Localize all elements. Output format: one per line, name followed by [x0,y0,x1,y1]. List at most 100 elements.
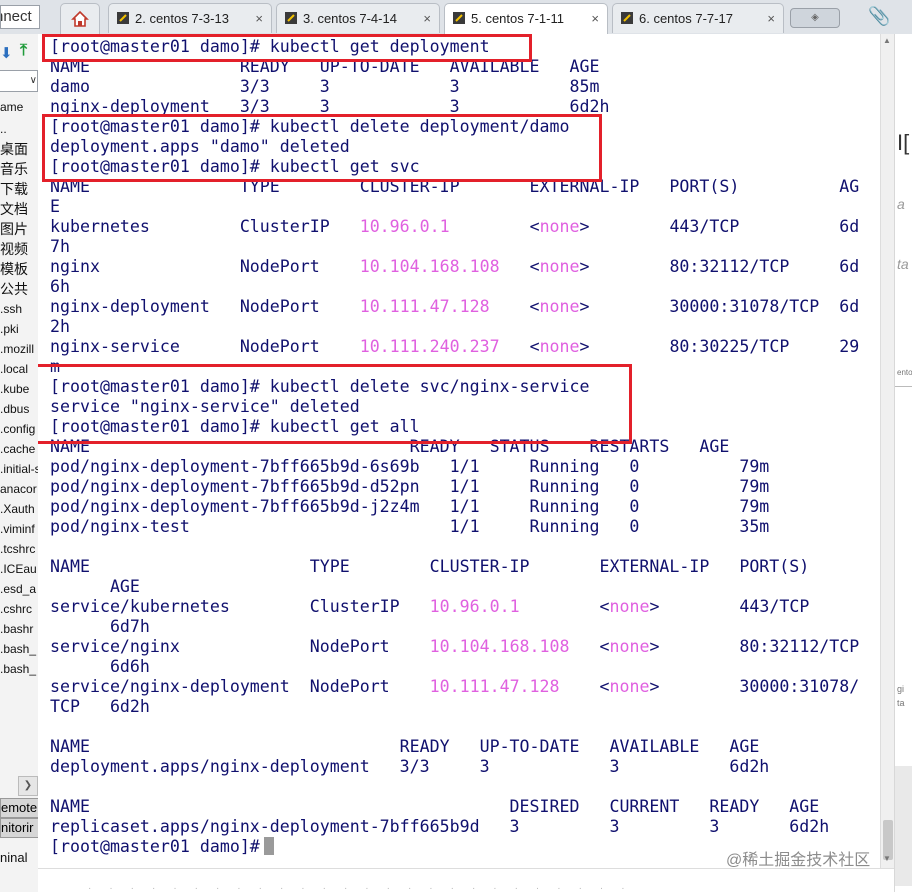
terminal-text: 6d6h [50,657,150,676]
none-value-text: none [539,217,580,236]
terminal-text: < [529,337,540,356]
terminal-line: 6h [50,277,859,297]
right-strip-text: ta [897,256,909,272]
remote-monitoring-toggle[interactable]: emote [0,798,38,818]
terminal-text: 7h [50,237,70,256]
remote-monitoring-toggle-2[interactable]: nitorir [0,818,38,838]
terminal-line: NAME DESIRED CURRENT READY AGE [50,797,859,817]
paperclip-icon[interactable]: 📎 [868,6,890,27]
file-list-item[interactable]: 模板 [0,260,38,278]
file-list-item[interactable]: .tcshrc [0,540,38,558]
tab-label: 5. centos 7-1-11 [471,11,564,26]
tab-close-icon[interactable]: × [767,11,775,26]
right-strip-text: I[ [897,130,910,155]
terminal-line: nginx-deployment NodePort 10.111.47.128 … [50,297,859,317]
file-list-item[interactable]: .bashr [0,620,38,638]
tab-centos-7-3-13[interactable]: 2. centos 7-3-13 × [108,3,272,33]
terminal-text: E [50,197,60,216]
file-list-item[interactable]: .ICEau [0,560,38,578]
terminal-line: nginx-service NodePort 10.111.240.237 <n… [50,337,859,357]
file-list-item[interactable]: 音乐 [0,160,38,178]
file-list-item[interactable]: .esd_a [0,580,38,598]
tab-centos-7-4-14[interactable]: 3. centos 7-4-14 × [276,3,440,33]
file-list-item[interactable]: .config [0,420,38,438]
file-list-name-header: ame [0,100,24,114]
file-list-item[interactable]: 图片 [0,220,38,238]
cluster-ip-text: 10.111.47.128 [429,677,560,696]
terminal-text: 6h [50,277,70,296]
file-list-item[interactable]: 视频 [0,240,38,258]
scroll-up-icon[interactable]: ▲ [883,36,891,45]
sftp-side-panel: ⬇ ⤒ ∨ ame .. 桌面音乐下载文档图片视频模板公共 .ssh .pki .moz… [0,34,39,892]
tab-label: 3. centos 7-4-14 [303,11,397,26]
file-list-item[interactable]: .initial-s [0,460,38,478]
tab-close-icon[interactable]: × [591,11,599,26]
file-list-item[interactable]: .cache [0,440,38,458]
file-list-item[interactable]: .kube [0,380,38,398]
scroll-down-icon[interactable]: ▼ [883,854,891,863]
file-list-item[interactable]: .viminf [0,520,38,538]
file-list-item[interactable]: .cshrc [0,600,38,618]
terminal-text: pod/nginx-test 1/1 Running 0 35m [50,517,770,536]
right-strip-text: ento [897,368,912,377]
terminal-session-icon [117,12,129,24]
terminal-text: kubernetes ClusterIP [50,217,360,236]
terminal-text: nginx-service NodePort [50,337,360,356]
terminal-text: > 443/TCP [649,597,810,616]
right-strip-panel [895,766,912,886]
file-list-item[interactable]: .ssh [0,300,38,318]
home-icon [71,10,89,27]
watermark: @稀土掘金技术社区 [726,852,871,868]
file-list-item[interactable]: .local [0,360,38,378]
right-strip-text: ta [897,698,905,708]
upload-arrow-icon[interactable]: ⤒ [20,42,27,60]
tab-centos-7-7-17[interactable]: 6. centos 7-7-17 × [612,3,784,33]
terminal-line: 2h [50,317,859,337]
terminal-output[interactable]: [root@master01 damo]# kubectl get deploy… [38,34,880,868]
terminal-text: pod/nginx-deployment-7bff665b9d-6s69b 1/… [50,457,770,476]
terminal-line: pod/nginx-deployment-7bff665b9d-j2z4m 1/… [50,497,859,517]
terminal-text: NAME TYPE CLUSTER-IP EXTERNAL-IP PORT(S) [50,557,810,576]
file-list-item[interactable]: 下载 [0,180,38,198]
file-list-item[interactable]: .bash_ [0,640,38,658]
file-list-item[interactable]: .pki [0,320,38,338]
terminal-text: service/nginx-deployment NodePort [50,677,430,696]
terminal-text: deployment.apps/nginx-deployment 3/3 3 3… [50,757,770,776]
file-list-item[interactable]: .mozill [0,340,38,358]
file-list-item[interactable]: .bash_ [0,660,38,678]
terminal-line: NAME TYPE CLUSTER-IP EXTERNAL-IP PORT(S) [50,557,859,577]
terminal-line: 6d7h [50,617,859,637]
divider [895,386,912,387]
home-tab[interactable] [60,3,100,34]
terminal-cursor [263,837,274,855]
terminal-scrollbar[interactable]: ▲ ▼ [880,34,895,868]
terminal-line: 6d6h [50,657,859,677]
tab-centos-7-1-11[interactable]: 5. centos 7-1-11 × [444,3,608,35]
file-list-item[interactable]: anacor [0,480,38,498]
scroll-right-button[interactable]: ❯ [18,776,38,796]
new-tab-button[interactable]: ◈ [790,8,840,28]
path-dropdown[interactable]: ∨ [0,70,38,92]
file-list-item[interactable]: 文档 [0,200,38,218]
file-list-item[interactable]: 桌面 [0,140,38,158]
file-list-item[interactable]: .dbus [0,400,38,418]
terminal-session-icon [621,12,633,24]
terminal-line: pod/nginx-deployment-7bff665b9d-6s69b 1/… [50,457,859,477]
connect-field[interactable]: nnect [0,5,40,29]
terminal-text: AGE [50,577,140,596]
right-side-strip: I[ a ta ento gi ta [894,34,912,892]
file-list-item[interactable]: .Xauth [0,500,38,518]
download-arrow-icon[interactable]: ⬇ [0,44,13,62]
file-list-item[interactable]: 公共 [0,280,38,298]
tab-close-icon[interactable]: × [423,11,431,26]
tab-close-icon[interactable]: × [255,11,263,26]
terminal-line: service/kubernetes ClusterIP 10.96.0.1 <… [50,597,859,617]
file-list-item[interactable]: .. [0,120,38,138]
terminal-text: NAME READY UP-TO-DATE AVAILABLE AGE [50,737,760,756]
terminal-line: pod/nginx-deployment-7bff665b9d-d52pn 1/… [50,477,859,497]
